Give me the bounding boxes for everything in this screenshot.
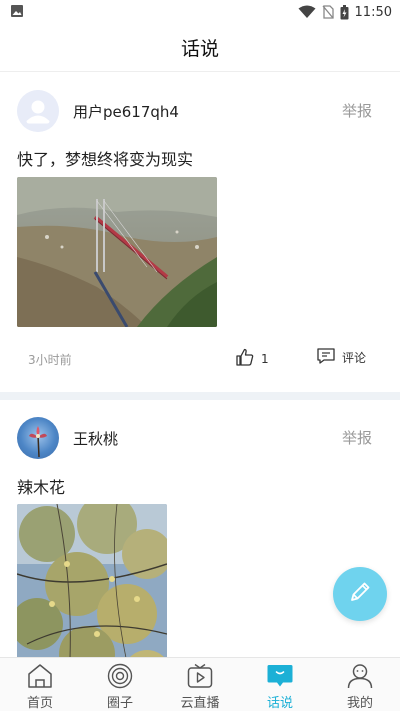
nav-item-talk[interactable]: 话说 xyxy=(240,658,320,711)
post-card[interactable]: 王秋桃 举报 辣木花 xyxy=(0,400,400,657)
post-feed[interactable]: 用户pe617qh4 举报 快了，梦想终将变为现实 3小时前 1 评论 王秋桃 … xyxy=(0,73,400,657)
post-header: 王秋桃 举报 xyxy=(17,417,383,459)
bottom-nav: 首页 圈子 云直播 话说 我的 xyxy=(0,657,400,711)
avatar[interactable] xyxy=(17,90,59,132)
default-avatar-icon xyxy=(17,90,59,132)
report-button[interactable]: 举报 xyxy=(342,427,372,448)
chat-bubble-icon xyxy=(265,663,295,689)
post-timestamp: 3小时前 xyxy=(28,353,72,367)
home-icon xyxy=(25,663,55,689)
comment-label: 评论 xyxy=(342,351,367,365)
comment-icon xyxy=(316,347,336,368)
flower-photo-icon xyxy=(29,426,47,458)
report-button[interactable]: 举报 xyxy=(342,100,372,121)
no-sim-icon xyxy=(322,5,334,19)
compose-button[interactable] xyxy=(333,567,387,621)
status-bar: 11:50 xyxy=(0,0,400,24)
app-header: 话说 xyxy=(0,24,400,72)
circle-target-icon xyxy=(105,663,135,689)
nav-label: 首页 xyxy=(26,696,53,711)
like-count: 1 xyxy=(261,351,269,366)
nav-label: 云直播 xyxy=(180,696,220,711)
user-icon xyxy=(345,663,375,689)
post-text: 辣木花 xyxy=(17,478,66,497)
nav-label: 我的 xyxy=(346,696,373,711)
post-image[interactable] xyxy=(17,177,217,327)
nav-label: 话说 xyxy=(266,696,293,711)
post-footer: 3小时前 1 评论 xyxy=(28,347,370,371)
post-header: 用户pe617qh4 举报 xyxy=(17,90,383,132)
post-text: 快了，梦想终将变为现实 xyxy=(17,150,194,169)
pencil-icon xyxy=(347,579,373,609)
status-time: 11:50 xyxy=(354,4,392,20)
post-image[interactable] xyxy=(17,504,167,657)
comment-button[interactable]: 评论 xyxy=(316,347,366,368)
wifi-icon xyxy=(298,5,316,19)
avatar[interactable] xyxy=(17,417,59,459)
page-title: 话说 xyxy=(180,38,219,60)
tv-play-icon xyxy=(185,663,215,689)
nav-item-live[interactable]: 云直播 xyxy=(160,658,240,711)
post-card[interactable]: 用户pe617qh4 举报 快了，梦想终将变为现实 3小时前 1 评论 xyxy=(0,73,400,392)
nav-label: 圈子 xyxy=(106,696,133,711)
post-divider xyxy=(0,392,400,400)
nav-item-circle[interactable]: 圈子 xyxy=(80,658,160,711)
like-button[interactable]: 1 xyxy=(235,347,269,370)
nav-item-mine[interactable]: 我的 xyxy=(320,658,400,711)
tree-branches-photo xyxy=(17,504,167,657)
nav-item-home[interactable]: 首页 xyxy=(0,658,80,711)
username[interactable]: 王秋桃 xyxy=(73,428,118,449)
battery-charging-icon xyxy=(340,4,349,20)
bridge-over-valley-photo xyxy=(17,177,217,327)
thumbs-up-icon xyxy=(235,347,255,370)
image-notification-icon xyxy=(10,3,24,22)
username[interactable]: 用户pe617qh4 xyxy=(73,101,179,122)
